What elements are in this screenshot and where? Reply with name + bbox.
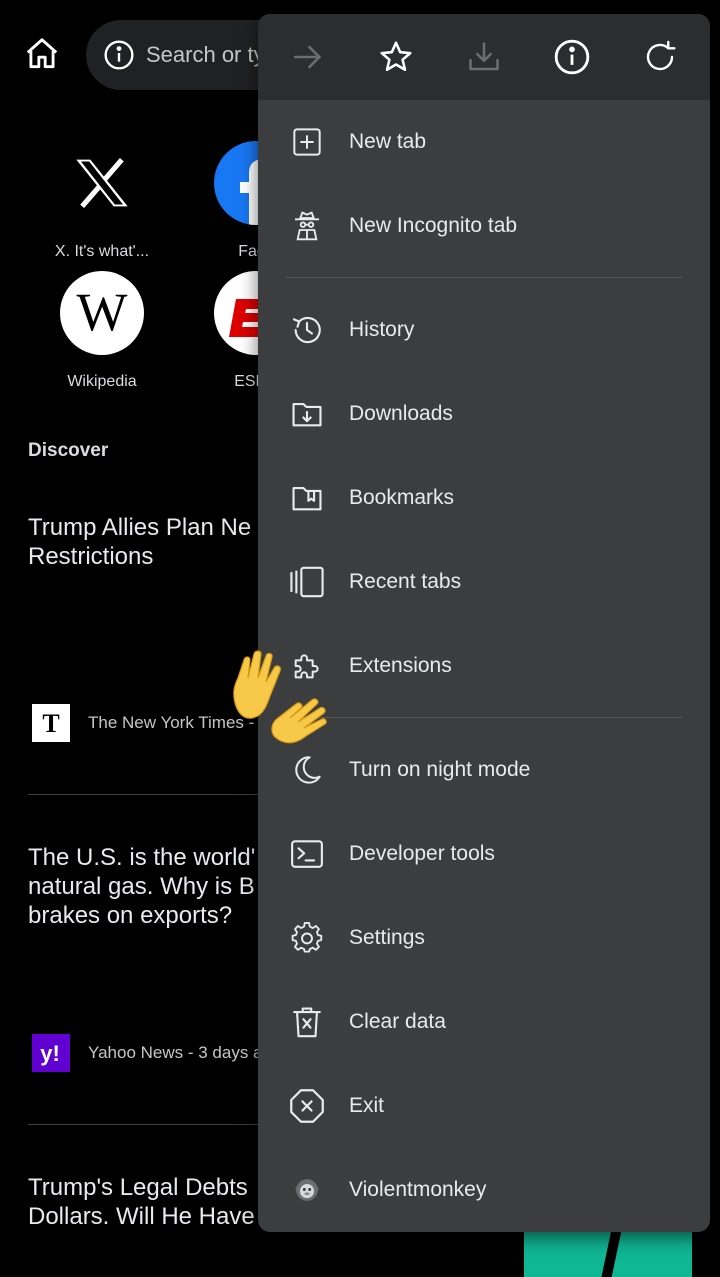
terminal-icon <box>288 835 326 873</box>
bookmark-star-icon[interactable] <box>368 29 424 85</box>
refresh-icon[interactable] <box>632 29 688 85</box>
menu-item-new-tab[interactable]: New tab <box>258 100 710 184</box>
news-thumbnail[interactable] <box>524 1232 692 1277</box>
downloads-icon <box>288 395 326 433</box>
site-info-icon[interactable] <box>102 38 136 72</box>
menu-item-exit[interactable]: Exit <box>258 1064 710 1148</box>
yahoo-logo-icon: y! <box>32 1034 70 1072</box>
history-icon <box>288 311 326 349</box>
tile-label: Wikipedia <box>67 373 137 390</box>
page-info-icon[interactable] <box>544 29 600 85</box>
menu-item-history[interactable]: History <box>258 288 710 372</box>
bookmarks-icon <box>288 479 326 517</box>
x-logo-icon <box>60 141 144 225</box>
menu-toolbar <box>258 14 710 100</box>
forward-icon[interactable] <box>280 29 336 85</box>
violentmonkey-icon <box>288 1171 326 1209</box>
menu-item-clear-data[interactable]: Clear data <box>258 980 710 1064</box>
menu-item-bookmarks[interactable]: Bookmarks <box>258 456 710 540</box>
nyt-logo-icon: T <box>32 704 70 742</box>
incognito-icon <box>288 207 326 245</box>
menu-item-recent-tabs[interactable]: Recent tabs <box>258 540 710 624</box>
menu-separator <box>286 277 682 278</box>
recent-tabs-icon <box>288 563 326 601</box>
svg-text:T: T <box>42 709 59 738</box>
download-icon[interactable] <box>456 29 512 85</box>
menu-item-violentmonkey[interactable]: Violentmonkey <box>258 1148 710 1232</box>
menu-item-downloads[interactable]: Downloads <box>258 372 710 456</box>
shortcut-tile-x[interactable]: X. It's what'... <box>27 141 177 261</box>
moon-icon <box>288 751 326 789</box>
menu-item-settings[interactable]: Settings <box>258 896 710 980</box>
news-source: y! Yahoo News - 3 days ag <box>28 1034 272 1072</box>
trash-icon <box>288 1003 326 1041</box>
menu-item-developer-tools[interactable]: Developer tools <box>258 812 710 896</box>
tile-label: X. It's what'... <box>54 243 150 260</box>
omnibox-placeholder: Search or ty <box>146 42 265 67</box>
exit-icon <box>288 1087 326 1125</box>
wikipedia-logo-icon: W <box>60 271 144 355</box>
svg-text:y!: y! <box>40 1041 60 1066</box>
waving-hands-icon <box>233 650 327 744</box>
menu-separator <box>286 717 682 718</box>
overflow-menu: New tab New Incognito tab History Downlo… <box>258 14 710 1232</box>
new-tab-icon <box>288 123 326 161</box>
home-icon[interactable] <box>20 32 64 76</box>
shortcut-tile-wikipedia[interactable]: W Wikipedia <box>27 271 177 391</box>
gear-icon <box>288 919 326 957</box>
menu-item-new-incognito-tab[interactable]: New Incognito tab <box>258 184 710 268</box>
svg-text:W: W <box>77 282 128 342</box>
discover-heading: Discover <box>28 440 109 461</box>
